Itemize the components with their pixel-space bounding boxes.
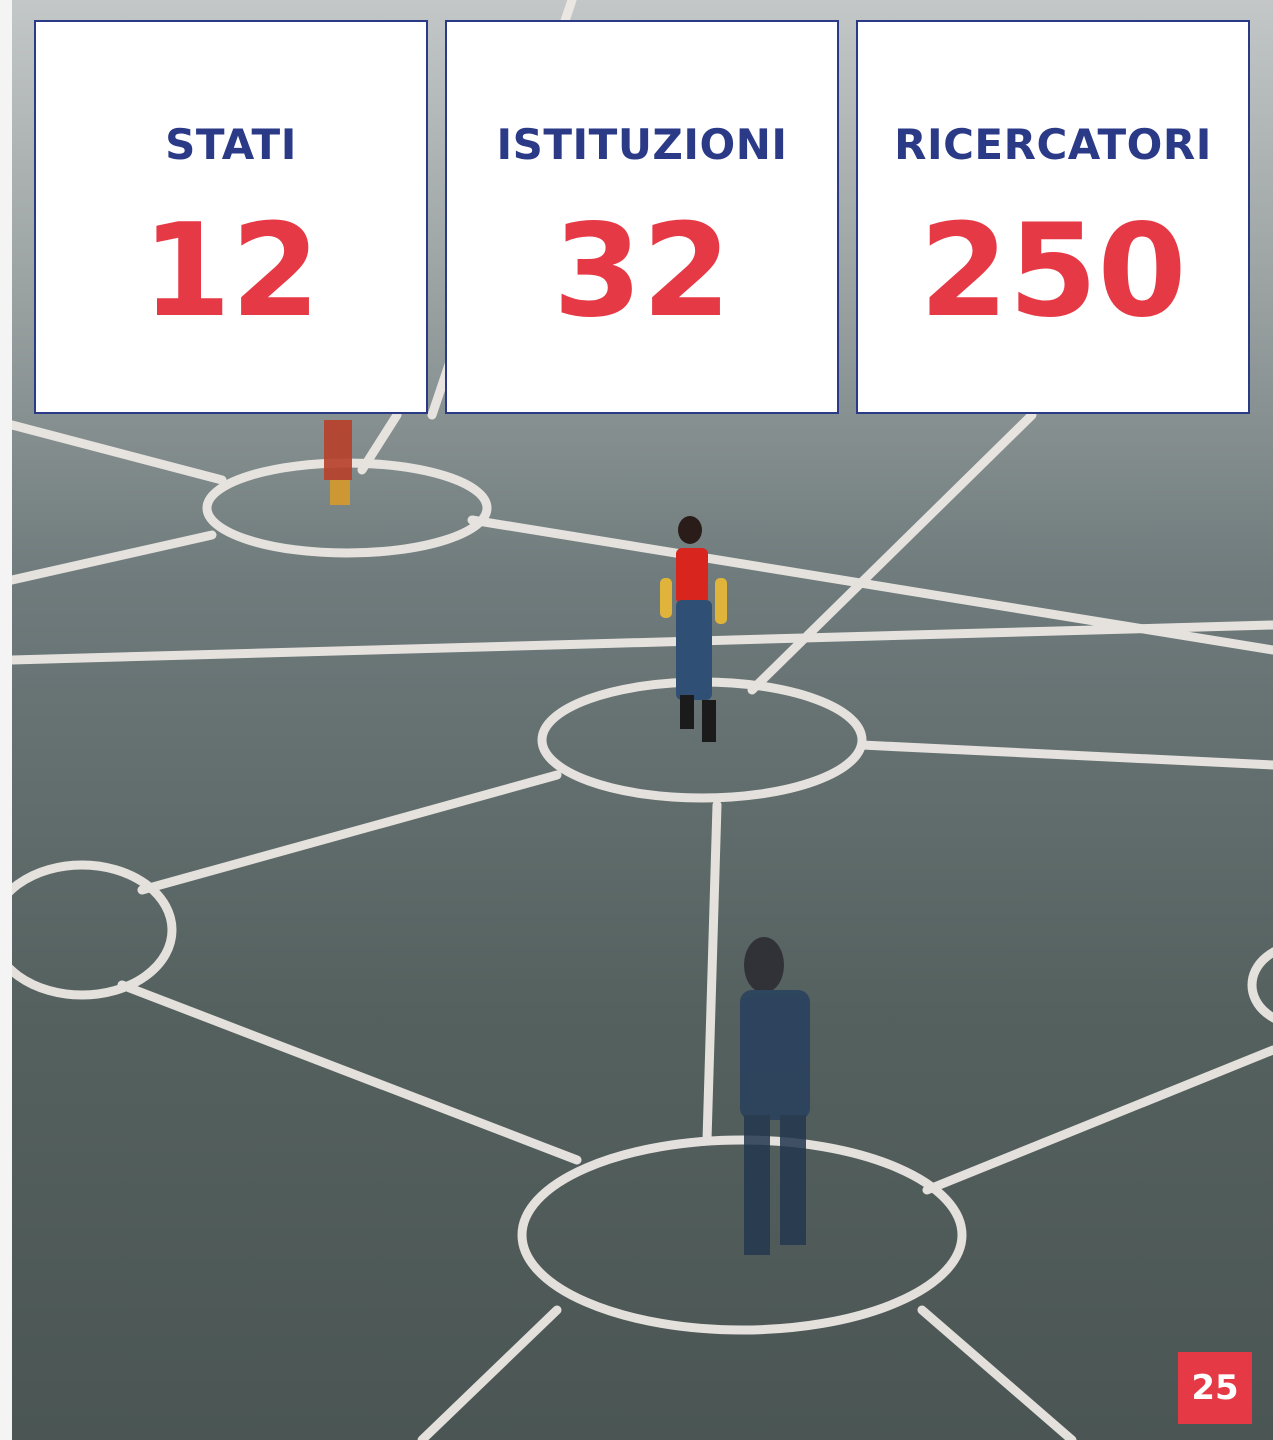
stat-value: 32 bbox=[552, 197, 732, 346]
figurine-bottom bbox=[740, 937, 810, 1255]
stat-card-stati: STATI 12 bbox=[34, 20, 428, 414]
stat-value: 12 bbox=[141, 197, 321, 346]
stat-label: ISTITUZIONI bbox=[496, 120, 788, 169]
stat-label: STATI bbox=[165, 120, 297, 169]
stat-card-ricercatori: RICERCATORI 250 bbox=[856, 20, 1250, 414]
figurine-top bbox=[324, 420, 352, 505]
page-number-badge: 25 bbox=[1178, 1352, 1252, 1424]
stat-value: 250 bbox=[919, 197, 1187, 346]
stat-card-istituzioni: ISTITUZIONI 32 bbox=[445, 20, 839, 414]
stat-label: RICERCATORI bbox=[894, 120, 1212, 169]
